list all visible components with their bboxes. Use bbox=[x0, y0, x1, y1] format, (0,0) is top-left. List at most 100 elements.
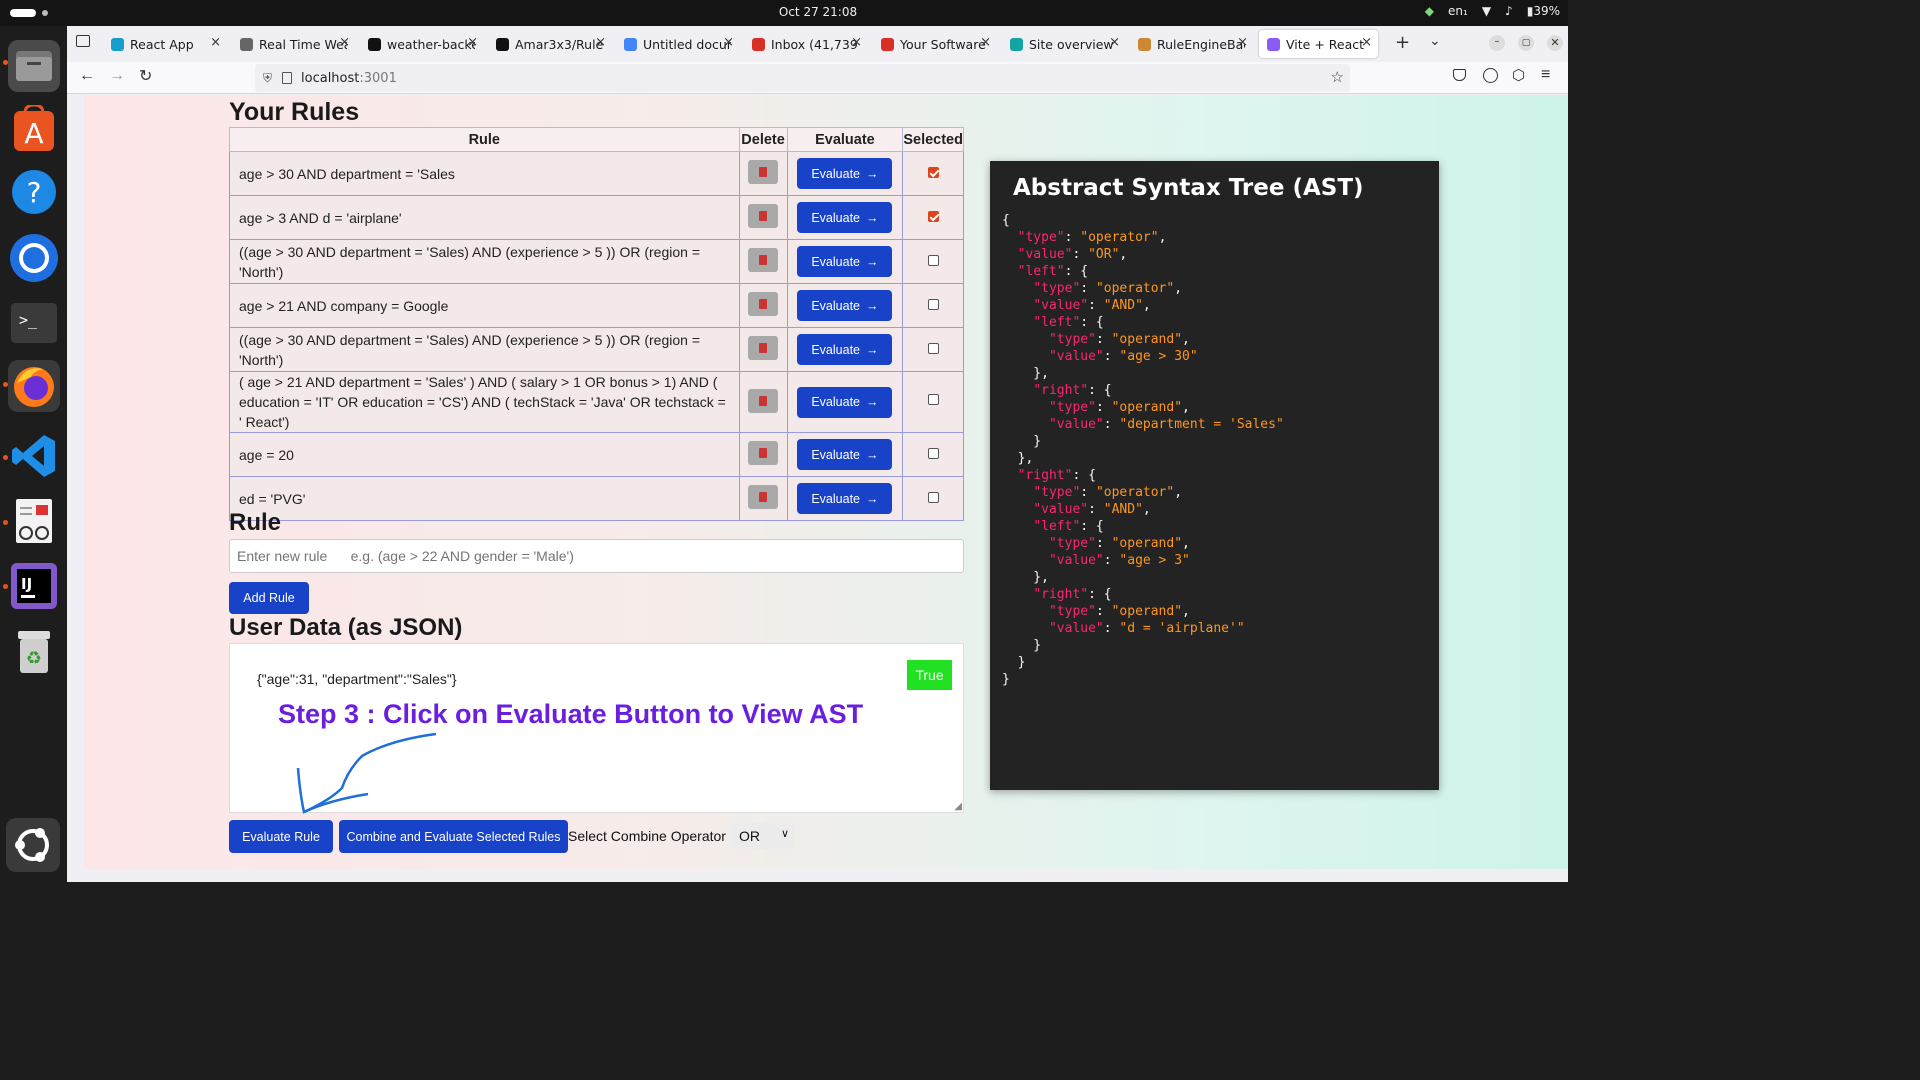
selected-checkbox[interactable] bbox=[927, 447, 939, 459]
system-tray[interactable]: ◆ en₁ ▼ ♪ ▮39% bbox=[1425, 4, 1560, 18]
browser-tab[interactable]: weather-backe × bbox=[360, 30, 484, 58]
rule-row: age = 20 Evaluate → bbox=[229, 432, 964, 477]
selected-checkbox[interactable] bbox=[927, 298, 939, 310]
selected-checkbox[interactable] bbox=[927, 394, 939, 405]
evaluate-rule-row-button[interactable]: Evaluate → bbox=[797, 334, 893, 365]
browser-tab[interactable]: Inbox (41,739) × bbox=[744, 30, 868, 58]
browser-tab[interactable]: Site overview | × bbox=[1002, 30, 1126, 58]
url-bar[interactable]: ⛨ localhost:3001 ☆ bbox=[255, 64, 1350, 92]
close-tab-icon[interactable]: × bbox=[1109, 35, 1120, 50]
rule-text: ((age > 30 AND department = 'Sales) AND … bbox=[229, 327, 740, 372]
combine-operator-value: OR bbox=[739, 828, 760, 844]
evaluate-rule-row-button[interactable]: Evaluate → bbox=[797, 483, 893, 514]
rule-text: ((age > 30 AND department = 'Sales) AND … bbox=[229, 239, 740, 284]
delete-rule-button[interactable] bbox=[748, 292, 779, 316]
delete-cell bbox=[738, 327, 788, 372]
delete-rule-button[interactable] bbox=[748, 336, 779, 360]
evaluate-rule-row-button[interactable]: Evaluate → bbox=[797, 158, 893, 189]
tab-overview-icon[interactable] bbox=[76, 35, 90, 47]
language-indicator[interactable]: en₁ bbox=[1448, 4, 1468, 18]
document-viewer-icon[interactable] bbox=[8, 496, 60, 548]
tab-title: Inbox (41,739) bbox=[771, 36, 859, 52]
firefox-window: React App × Real Time Wea × weather-backe × Am… bbox=[67, 26, 1568, 882]
delete-rule-button[interactable] bbox=[748, 388, 779, 413]
combine-operator-select[interactable]: OR ∨ bbox=[729, 823, 795, 849]
browser-tab[interactable]: React App × bbox=[103, 30, 227, 58]
evaluate-rule-row-button[interactable]: Evaluate → bbox=[797, 386, 893, 418]
trash-icon[interactable]: ♻ bbox=[8, 626, 60, 678]
rules-table: Rule Delete Evaluate Selected age > 30 A… bbox=[229, 127, 964, 521]
resize-handle-icon[interactable]: ◢ bbox=[954, 801, 962, 812]
combine-evaluate-button[interactable]: Combine and Evaluate Selected Rules bbox=[339, 820, 568, 853]
account-icon[interactable] bbox=[1483, 68, 1498, 83]
close-tab-icon[interactable]: × bbox=[980, 35, 991, 50]
selected-checkbox[interactable] bbox=[927, 166, 939, 178]
files-app-icon[interactable] bbox=[8, 40, 60, 92]
delete-rule-button[interactable] bbox=[748, 160, 779, 184]
vscode-icon[interactable] bbox=[8, 430, 60, 482]
bookmark-star-icon[interactable]: ☆ bbox=[1331, 68, 1344, 86]
svg-text:A: A bbox=[24, 117, 43, 150]
rule-column-header: Rule bbox=[229, 127, 740, 152]
back-icon[interactable]: ← bbox=[79, 67, 95, 85]
minimize-icon[interactable]: – bbox=[1489, 35, 1505, 51]
evaluate-rule-row-button[interactable]: Evaluate → bbox=[797, 439, 893, 470]
new-rule-input[interactable] bbox=[229, 539, 964, 573]
close-tab-icon[interactable]: × bbox=[595, 35, 606, 50]
terminal-icon[interactable]: >_ bbox=[8, 297, 60, 349]
close-tab-icon[interactable]: × bbox=[1361, 35, 1372, 50]
gmail-icon bbox=[752, 37, 765, 51]
show-apps-icon[interactable] bbox=[6, 818, 60, 872]
close-tab-icon[interactable]: × bbox=[1237, 35, 1248, 50]
menu-icon[interactable]: ≡ bbox=[1541, 66, 1550, 84]
url-host: localhost bbox=[301, 70, 360, 86]
app-center-icon[interactable]: A bbox=[8, 102, 60, 154]
add-rule-button[interactable]: Add Rule bbox=[229, 582, 309, 614]
maximize-icon[interactable]: ▢ bbox=[1518, 35, 1534, 51]
tab-list-chevron-icon[interactable]: ⌄ bbox=[1429, 33, 1441, 49]
new-tab-icon[interactable]: + bbox=[1395, 32, 1410, 53]
evaluate-rule-row-button[interactable]: Evaluate → bbox=[797, 290, 893, 321]
delete-rule-button[interactable] bbox=[748, 441, 779, 465]
svg-text:IJ: IJ bbox=[21, 575, 32, 593]
evaluate-label: Evaluate bbox=[811, 447, 860, 462]
help-icon[interactable]: ? bbox=[8, 166, 60, 218]
clock[interactable]: Oct 27 21:08 bbox=[0, 5, 1636, 19]
selected-checkbox[interactable] bbox=[927, 491, 939, 503]
trash-icon bbox=[759, 167, 768, 177]
close-window-icon[interactable]: ✕ bbox=[1547, 35, 1563, 51]
userdata-textarea[interactable]: {"age":31, "department":"Sales"} True St… bbox=[229, 643, 964, 814]
browser-tab[interactable]: Real Time Wea × bbox=[232, 30, 356, 58]
chromium-icon[interactable] bbox=[8, 232, 60, 284]
browser-tab[interactable]: Vite + React × bbox=[1259, 30, 1378, 58]
close-tab-icon[interactable]: × bbox=[723, 35, 734, 50]
browser-tab[interactable]: Untitled docum × bbox=[616, 30, 740, 58]
firefox-icon[interactable] bbox=[8, 360, 60, 412]
delete-rule-button[interactable] bbox=[748, 485, 779, 509]
reload-icon[interactable]: ↻ bbox=[139, 66, 152, 86]
browser-tab[interactable]: Your Software × bbox=[873, 30, 997, 58]
rule-text: age > 30 AND department = 'Sales bbox=[229, 151, 740, 196]
selected-checkbox[interactable] bbox=[927, 210, 939, 222]
close-tab-icon[interactable]: × bbox=[467, 35, 478, 50]
browser-tab[interactable]: Amar3x3/RuleE × bbox=[488, 30, 612, 58]
selected-cell bbox=[902, 151, 964, 196]
intellij-icon[interactable]: IJ bbox=[8, 560, 60, 612]
extensions-icon[interactable]: ⬡ bbox=[1512, 66, 1525, 84]
rule-text: age = 20 bbox=[229, 432, 740, 477]
close-tab-icon[interactable]: × bbox=[210, 35, 221, 50]
selected-checkbox[interactable] bbox=[927, 342, 939, 354]
close-tab-icon[interactable]: × bbox=[851, 35, 862, 50]
evaluate-rule-row-button[interactable]: Evaluate → bbox=[797, 246, 893, 277]
evaluate-rule-button[interactable]: Evaluate Rule bbox=[229, 820, 333, 853]
close-tab-icon[interactable]: × bbox=[339, 35, 350, 50]
delete-rule-button[interactable] bbox=[748, 248, 779, 272]
forward-icon[interactable]: → bbox=[109, 67, 125, 85]
browser-tab[interactable]: RuleEngineBac × bbox=[1130, 30, 1254, 58]
trash-icon bbox=[759, 448, 768, 458]
pocket-icon[interactable] bbox=[1453, 69, 1466, 81]
rule-heading: Rule bbox=[229, 509, 282, 536]
selected-checkbox[interactable] bbox=[927, 254, 939, 266]
evaluate-rule-row-button[interactable]: Evaluate → bbox=[797, 202, 893, 233]
delete-rule-button[interactable] bbox=[748, 204, 779, 228]
